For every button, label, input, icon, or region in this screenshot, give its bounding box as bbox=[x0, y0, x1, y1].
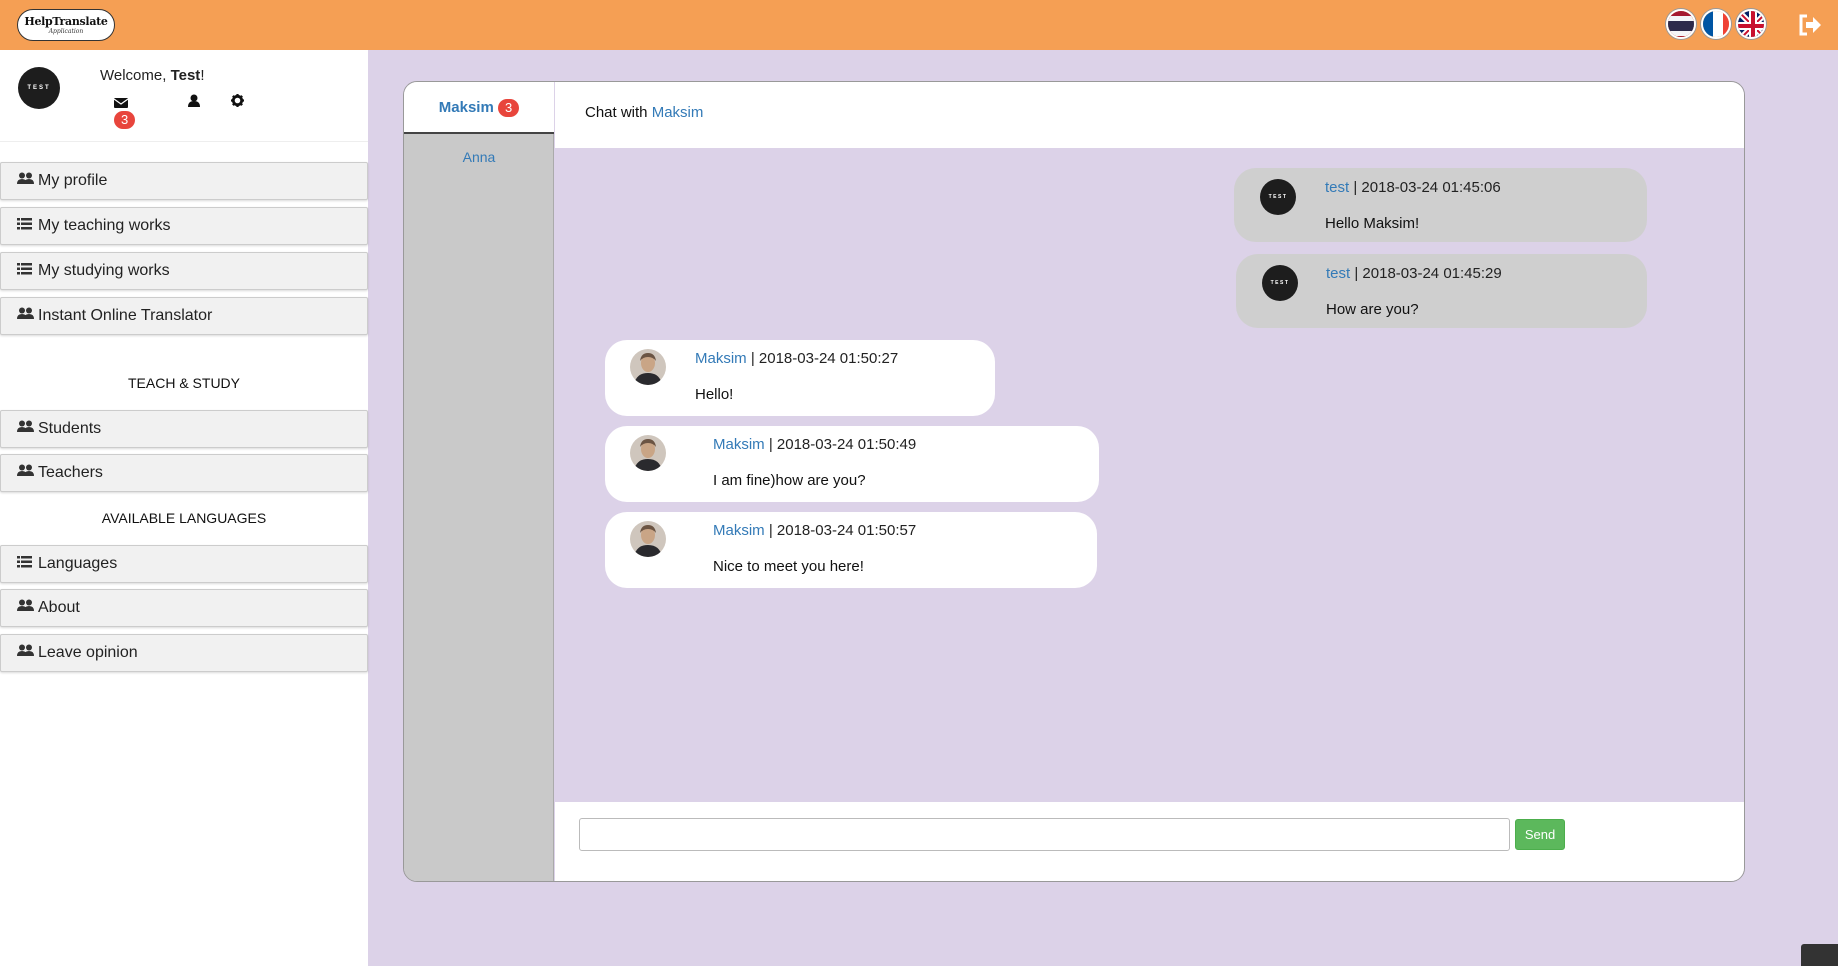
menu-label: Languages bbox=[38, 555, 118, 573]
menu-about[interactable]: About bbox=[0, 589, 368, 627]
message-text: How are you? bbox=[1326, 301, 1419, 318]
sender-avatar bbox=[630, 435, 666, 471]
message-meta: test | 2018-03-24 01:45:29 bbox=[1326, 265, 1502, 282]
menu-instant-online-translator[interactable]: Instant Online Translator bbox=[0, 297, 368, 335]
contact-unread-badge: 3 bbox=[497, 99, 520, 117]
sender-avatar: TEST bbox=[1262, 265, 1298, 301]
profile-button[interactable] bbox=[188, 94, 200, 111]
envelope-icon bbox=[113, 98, 129, 109]
contact-name: Maksim bbox=[438, 99, 494, 116]
users-icon bbox=[17, 590, 35, 626]
message-text: Nice to meet you here! bbox=[713, 558, 864, 575]
message-author[interactable]: Maksim bbox=[695, 350, 747, 367]
message-time: | 2018-03-24 01:50:57 bbox=[764, 522, 917, 539]
menu-label: About bbox=[38, 599, 80, 617]
users-icon bbox=[17, 411, 35, 447]
user-name: Test bbox=[170, 67, 201, 84]
users-icon bbox=[17, 455, 35, 491]
menu-students[interactable]: Students bbox=[0, 410, 368, 448]
users-icon bbox=[17, 298, 35, 334]
chat-partner-link[interactable]: Maksim bbox=[652, 104, 704, 121]
message-time: | 2018-03-24 01:45:29 bbox=[1350, 265, 1502, 282]
message-time: | 2018-03-24 01:50:49 bbox=[764, 436, 917, 453]
menu-languages[interactable]: Languages bbox=[0, 545, 368, 583]
menu-label: Leave opinion bbox=[38, 644, 138, 662]
message-bubble: TEST test | 2018-03-24 01:45:06 Hello Ma… bbox=[1234, 168, 1647, 242]
menu-leave-opinion[interactable]: Leave opinion bbox=[0, 634, 368, 672]
user-avatar[interactable]: TEST bbox=[18, 67, 60, 109]
sign-out-icon[interactable] bbox=[1798, 14, 1822, 36]
chat-header: Chat with Maksim bbox=[555, 82, 1744, 148]
message-text: I am fine)how are you? bbox=[713, 472, 866, 489]
menu-my-profile[interactable]: My profile bbox=[0, 162, 368, 200]
thailand-flag-icon[interactable] bbox=[1666, 9, 1696, 39]
welcome-suffix: ! bbox=[200, 67, 205, 84]
chat-title-prefix: Chat with bbox=[585, 104, 652, 121]
gear-icon bbox=[231, 94, 244, 107]
menu-label: My studying works bbox=[38, 262, 170, 280]
message-text: Hello! bbox=[695, 386, 734, 403]
message-time: | 2018-03-24 01:45:06 bbox=[1349, 179, 1501, 196]
menu-my-teaching-works[interactable]: My teaching works bbox=[0, 207, 368, 245]
debug-toolbar-icon[interactable] bbox=[1801, 944, 1838, 966]
logo-title: HelpTranslate bbox=[24, 15, 108, 28]
list-icon bbox=[17, 208, 35, 244]
send-button[interactable]: Send bbox=[1515, 819, 1565, 850]
menu-label: My profile bbox=[38, 172, 108, 190]
menu-my-studying-works[interactable]: My studying works bbox=[0, 252, 368, 290]
list-icon bbox=[17, 546, 35, 582]
message-bubble: TEST test | 2018-03-24 01:45:29 How are … bbox=[1236, 254, 1647, 328]
message-bubble: Maksim | 2018-03-24 01:50:27 Hello! bbox=[605, 340, 995, 416]
app-logo[interactable]: HelpTranslate Application bbox=[17, 9, 115, 41]
sender-avatar bbox=[630, 349, 666, 385]
sidebar-divider bbox=[0, 141, 368, 142]
messages-button[interactable]: 3 bbox=[113, 94, 136, 129]
logo-subtitle: Application bbox=[48, 28, 84, 35]
message-bubble: Maksim | 2018-03-24 01:50:49 I am fine)h… bbox=[605, 426, 1099, 502]
users-icon bbox=[17, 163, 35, 199]
message-composer: Send bbox=[555, 802, 1744, 881]
message-author[interactable]: test bbox=[1326, 265, 1350, 282]
message-bubble: Maksim | 2018-03-24 01:50:57 Nice to mee… bbox=[605, 512, 1097, 588]
sidebar: TEST Welcome, Test! 3 My profile My teac… bbox=[0, 50, 368, 966]
welcome-prefix: Welcome, bbox=[100, 67, 171, 84]
contact-anna[interactable]: Anna bbox=[404, 149, 554, 165]
menu-teachers[interactable]: Teachers bbox=[0, 454, 368, 492]
users-icon bbox=[17, 635, 35, 671]
welcome-text: Welcome, Test! bbox=[100, 67, 204, 84]
list-icon bbox=[17, 253, 35, 289]
sender-avatar bbox=[630, 521, 666, 557]
message-author[interactable]: Maksim bbox=[713, 522, 765, 539]
message-meta: Maksim | 2018-03-24 01:50:27 bbox=[695, 350, 898, 367]
contacts-list: Maksim 3 Anna bbox=[404, 82, 554, 881]
france-flag-icon[interactable] bbox=[1701, 9, 1731, 39]
unread-badge: 3 bbox=[114, 111, 136, 129]
message-meta: test | 2018-03-24 01:45:06 bbox=[1325, 179, 1501, 196]
message-time: | 2018-03-24 01:50:27 bbox=[746, 350, 899, 367]
menu-label: Instant Online Translator bbox=[38, 307, 213, 325]
message-meta: Maksim | 2018-03-24 01:50:57 bbox=[713, 522, 916, 539]
menu-label: Teachers bbox=[38, 464, 103, 482]
uk-flag-icon[interactable] bbox=[1736, 9, 1766, 39]
message-meta: Maksim | 2018-03-24 01:50:49 bbox=[713, 436, 916, 453]
message-author[interactable]: test bbox=[1325, 179, 1349, 196]
menu-label: Students bbox=[38, 420, 102, 438]
sender-avatar: TEST bbox=[1260, 179, 1296, 215]
message-input[interactable] bbox=[579, 818, 1510, 851]
message-author[interactable]: Maksim bbox=[713, 436, 765, 453]
chat-title: Chat with Maksim bbox=[585, 104, 703, 121]
user-icon bbox=[188, 94, 200, 107]
top-bar: HelpTranslate Application bbox=[0, 0, 1838, 50]
message-text: Hello Maksim! bbox=[1325, 215, 1420, 232]
menu-label: My teaching works bbox=[38, 217, 171, 235]
contact-maksim[interactable]: Maksim 3 bbox=[404, 82, 554, 134]
available-languages-heading: AVAILABLE LANGUAGES bbox=[101, 510, 267, 526]
settings-button[interactable] bbox=[231, 94, 244, 111]
teach-study-heading: TEACH & STUDY bbox=[127, 375, 240, 391]
chat-panel: Maksim 3 Anna Chat with Maksim TEST test… bbox=[403, 81, 1745, 882]
